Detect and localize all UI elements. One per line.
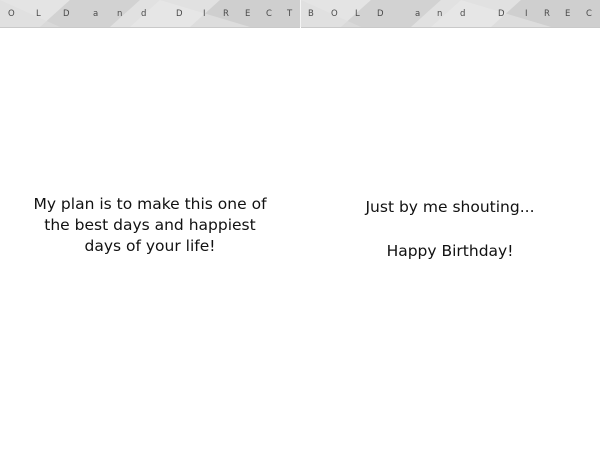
banner-letter: n — [437, 9, 443, 19]
banner-letter: R — [223, 9, 229, 19]
left-message: My plan is to make this one of the best … — [0, 194, 300, 257]
banner-letter: B — [308, 9, 314, 19]
message-line: Happy Birthday! — [386, 242, 514, 260]
banner-lettering-right: B O L D a n d D I R E C — [301, 8, 600, 20]
banner-letter: D — [63, 9, 70, 19]
message-line: days of your life! — [84, 237, 216, 255]
right-message-shouting: Just by me shouting... — [300, 197, 600, 218]
banner-letter: E — [245, 9, 251, 19]
banner-letter: E — [565, 9, 571, 19]
left-banner: O L D a n d D I R E C T — [0, 0, 300, 28]
banner-letter: D — [377, 9, 384, 19]
banner-letter: n — [117, 9, 123, 19]
right-banner: B O L D a n d D I R E C — [301, 0, 600, 28]
banner-letter: R — [544, 9, 550, 19]
banner-letter: C — [266, 9, 272, 19]
banner-letter: L — [36, 9, 41, 19]
banner-letter: L — [355, 9, 360, 19]
banner-letter: a — [93, 9, 99, 19]
left-card-panel: My plan is to make this one of the best … — [0, 27, 300, 450]
message-line: the best days and happiest — [44, 216, 256, 234]
banner-letter: T — [287, 9, 293, 19]
banner-letter: d — [460, 9, 466, 19]
right-card-panel: Just by me shouting... Happy Birthday! — [300, 27, 600, 450]
banner-letter: d — [141, 9, 147, 19]
banner-letter: D — [176, 9, 183, 19]
right-message-birthday: Happy Birthday! — [300, 241, 600, 262]
banner-letter: D — [498, 9, 505, 19]
banner-lettering-left: O L D a n d D I R E C T — [0, 8, 300, 20]
message-line: My plan is to make this one of — [33, 195, 267, 213]
banner-letter: C — [586, 9, 592, 19]
banner-letter: I — [203, 9, 206, 19]
banner-letter: a — [415, 9, 421, 19]
message-line: Just by me shouting... — [365, 198, 535, 216]
banner-letter: O — [8, 9, 15, 19]
banner-letter: O — [331, 9, 338, 19]
banner-letter: I — [525, 9, 528, 19]
